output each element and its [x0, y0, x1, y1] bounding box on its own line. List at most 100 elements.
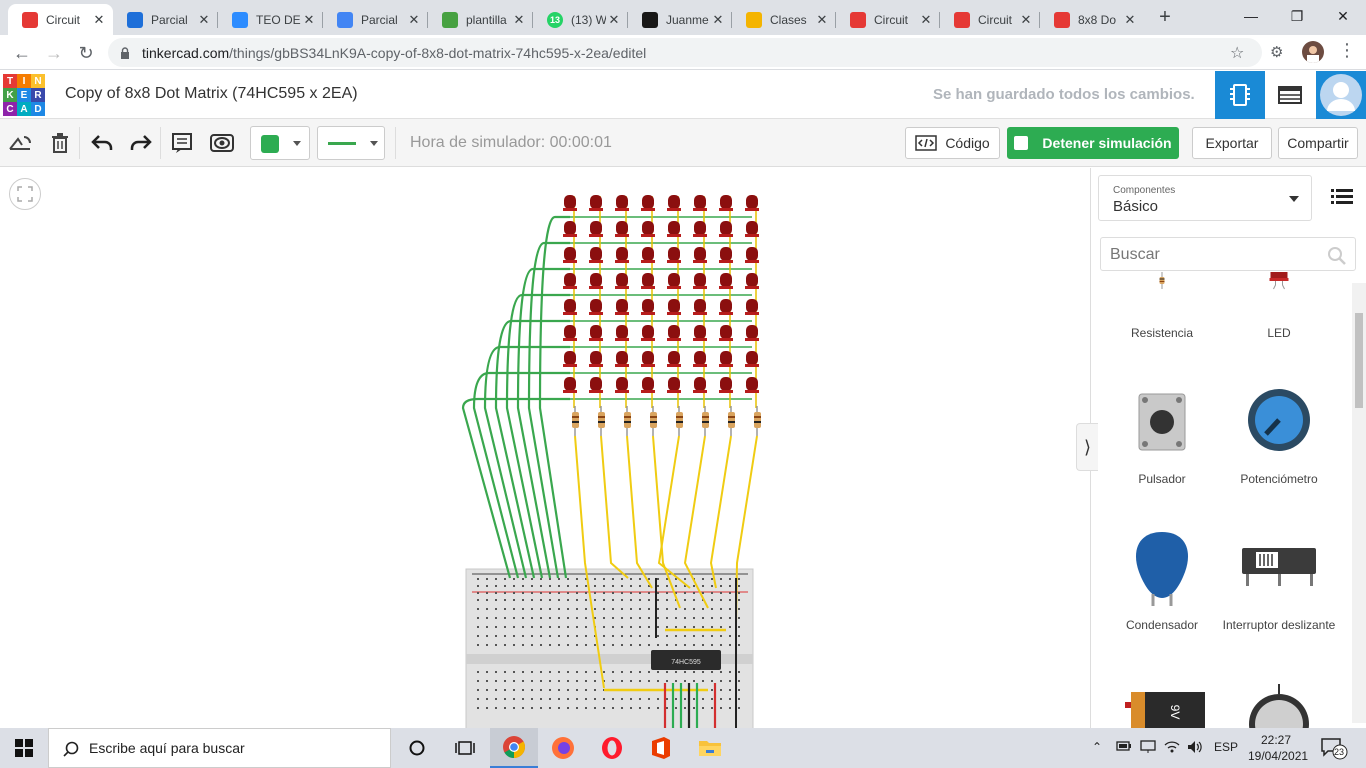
system-clock[interactable]: 22:27 19/04/2021 [1248, 732, 1308, 764]
breadboard-hole [513, 617, 515, 619]
wire-type-picker[interactable] [317, 126, 385, 160]
led [616, 325, 628, 339]
minimize-button[interactable]: — [1228, 0, 1274, 32]
undo-icon[interactable] [90, 131, 114, 155]
notification-center-button[interactable]: 23 [1320, 736, 1348, 760]
cortana-button[interactable] [393, 728, 441, 768]
breadboard-hole [540, 592, 542, 594]
component-slide-switch[interactable]: Interruptor deslizante [1220, 528, 1338, 648]
component-capacitor[interactable]: Condensador [1103, 528, 1221, 638]
close-window-button[interactable]: ✕ [1320, 0, 1366, 32]
close-tab-icon[interactable]: ✕ [918, 12, 934, 28]
close-tab-icon[interactable]: ✕ [301, 12, 317, 28]
close-tab-icon[interactable]: ✕ [511, 12, 527, 28]
components-dropdown[interactable]: Componentes Básico [1098, 175, 1312, 221]
led-rim [615, 338, 629, 341]
forward-icon[interactable]: → [42, 41, 66, 65]
browser-menu-icon[interactable]: ⋮ [1338, 40, 1356, 61]
browser-tab[interactable]: Circuit ✕ [8, 4, 113, 35]
task-view-button[interactable] [441, 728, 489, 768]
reload-icon[interactable]: ↻ [74, 41, 98, 65]
breadboard-hole [657, 671, 659, 673]
taskbar-firefox[interactable] [539, 728, 587, 768]
battery-tray-icon[interactable] [1116, 740, 1132, 755]
show-hidden-icons[interactable]: ⌃ [1092, 740, 1102, 754]
close-tab-icon[interactable]: ✕ [1018, 12, 1034, 28]
share-button[interactable]: Compartir [1278, 127, 1358, 159]
close-tab-icon[interactable]: ✕ [710, 12, 726, 28]
new-tab-button[interactable]: + [1154, 6, 1176, 28]
redo-icon[interactable] [129, 131, 153, 155]
close-tab-icon[interactable]: ✕ [196, 12, 212, 28]
tab-title: (13) Wh [571, 12, 606, 27]
export-button[interactable]: Exportar [1192, 127, 1272, 159]
close-tab-icon[interactable]: ✕ [406, 12, 422, 28]
rotate-icon[interactable] [8, 131, 32, 155]
url-field[interactable]: tinkercad.com/things/gbBS34LnK9A-copy-of… [108, 38, 1262, 67]
taskbar-search[interactable]: Escribe aquí para buscar [48, 728, 391, 768]
component-led[interactable]: LED [1220, 272, 1338, 342]
network-adapter-icon[interactable] [1140, 740, 1156, 757]
maximize-button[interactable]: ❐ [1274, 0, 1320, 32]
circuit-view-button[interactable] [1215, 71, 1265, 119]
code-button[interactable]: Código [905, 127, 1000, 159]
component-9v-battery[interactable]: 9V [1103, 680, 1221, 728]
wifi-icon[interactable] [1164, 740, 1180, 757]
taskbar-file-explorer[interactable] [686, 728, 734, 768]
collapse-panel-button[interactable]: ⟩ [1076, 423, 1098, 471]
browser-tab[interactable]: Juanme ✕ [628, 4, 732, 35]
visibility-icon[interactable] [210, 131, 234, 155]
taskbar-chrome[interactable] [490, 728, 538, 768]
components-search-input[interactable] [1110, 245, 1310, 265]
volume-icon[interactable] [1187, 740, 1203, 757]
taskbar-opera[interactable] [588, 728, 636, 768]
back-icon[interactable]: ← [10, 41, 34, 65]
close-tab-icon[interactable]: ✕ [91, 12, 107, 28]
delete-icon[interactable] [48, 131, 72, 155]
scrollbar-thumb[interactable] [1355, 313, 1363, 408]
browser-tab[interactable]: 8x8 Do ✕ [1040, 4, 1144, 35]
browser-tab[interactable]: Parcial ✕ [323, 4, 428, 35]
breadboard-hole [639, 599, 641, 601]
close-tab-icon[interactable]: ✕ [814, 12, 830, 28]
browser-tab[interactable]: Circuit ✕ [836, 4, 940, 35]
schematic-view-button[interactable] [1265, 71, 1315, 119]
panel-scrollbar[interactable] [1352, 283, 1366, 723]
browser-tab[interactable]: 13 (13) Wh✕ [533, 4, 628, 35]
components-search[interactable] [1100, 237, 1356, 271]
list-view-icon[interactable] [1331, 188, 1353, 206]
led-matrix-circuit[interactable]: 74HC595 [0, 168, 1090, 728]
close-tab-icon[interactable]: ✕ [1122, 12, 1138, 28]
chevron-down-icon [370, 141, 378, 146]
tinkercad-logo[interactable]: TINKERCAD [3, 74, 45, 116]
breadboard-hole [576, 592, 578, 594]
breadboard-hole [549, 698, 551, 700]
led [746, 299, 758, 313]
component-potentiometer[interactable]: Potenciómetro [1220, 386, 1338, 486]
notes-icon[interactable] [170, 131, 194, 155]
color-picker[interactable] [250, 126, 310, 160]
component-resistor[interactable]: Resistencia [1103, 272, 1221, 342]
breadboard-hole [612, 626, 614, 628]
led [564, 221, 576, 235]
component-pushbutton[interactable]: Pulsador [1103, 386, 1221, 486]
component-coin-battery[interactable] [1220, 680, 1338, 728]
close-tab-icon[interactable]: ✕ [606, 12, 622, 28]
breadboard-hole [576, 626, 578, 628]
browser-tab[interactable]: Circuit ✕ [940, 4, 1040, 35]
browser-tab[interactable]: TEO DE ✕ [218, 4, 323, 35]
design-title[interactable]: Copy of 8x8 Dot Matrix (74HC595 x 2EA) [65, 85, 358, 103]
language-indicator[interactable]: ESP [1214, 740, 1238, 754]
breadboard-hole [657, 617, 659, 619]
extensions-icon[interactable]: ⚙ [1270, 43, 1283, 61]
windows-start-button[interactable] [0, 728, 48, 768]
browser-tab[interactable]: plantilla ✕ [428, 4, 533, 35]
circuit-canvas[interactable]: 74HC595 [0, 168, 1090, 728]
browser-tab[interactable]: Parcial ✕ [113, 4, 218, 35]
stop-simulation-button[interactable]: Detener simulación [1007, 127, 1179, 159]
taskbar-office[interactable] [637, 728, 685, 768]
user-avatar[interactable] [1316, 71, 1366, 119]
bookmark-star-icon[interactable]: ☆ [1230, 43, 1244, 63]
browser-tab[interactable]: Clases ✕ [732, 4, 836, 35]
browser-profile-avatar[interactable] [1302, 41, 1324, 63]
